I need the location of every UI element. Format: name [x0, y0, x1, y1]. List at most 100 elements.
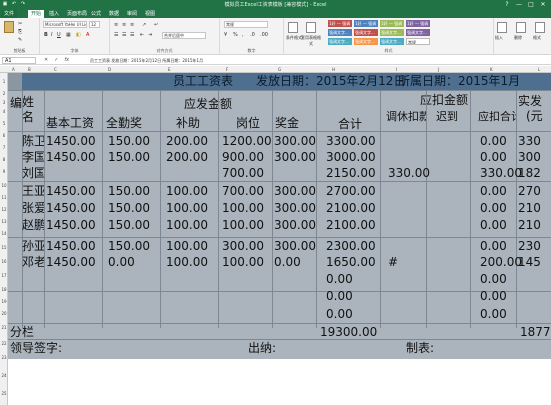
column-header-i[interactable]: I	[396, 66, 397, 73]
column-header-d[interactable]: D	[108, 66, 111, 73]
table-format-icon[interactable]	[306, 22, 316, 33]
tab-home[interactable]: 开始	[28, 10, 45, 18]
delete-cells-icon[interactable]	[516, 22, 526, 33]
column-header-g[interactable]: G	[278, 66, 281, 73]
row-header-18[interactable]: 18	[0, 287, 8, 292]
tab-data[interactable]: 数据	[106, 10, 122, 18]
row-header-7[interactable]: 7	[0, 145, 8, 150]
align-top-icon[interactable]: ≡	[114, 22, 118, 28]
tab-file[interactable]: 文件	[1, 10, 18, 18]
cell-style-swatch[interactable]: 强调文字...	[328, 38, 352, 45]
bold-icon[interactable]: B	[44, 32, 48, 38]
row-header-20[interactable]: 20	[0, 311, 8, 316]
close-button[interactable]: ✕	[537, 0, 549, 9]
font-size-select[interactable]: 12	[89, 21, 100, 28]
cell-style-swatch[interactable]: 强调文字...	[328, 29, 352, 36]
column-header-l[interactable]: L	[538, 66, 540, 73]
borders-icon[interactable]: ▦	[66, 32, 71, 38]
paste-icon[interactable]	[4, 21, 14, 33]
minimize-button[interactable]: —	[513, 0, 525, 9]
align-left-icon[interactable]: ☰	[114, 32, 118, 38]
decrease-decimal-icon[interactable]: .00	[260, 32, 268, 38]
maximize-button[interactable]: □	[525, 0, 537, 9]
cell-style-swatch[interactable]: 强调文字...	[380, 38, 404, 45]
row-header-24[interactable]: 24	[0, 373, 8, 378]
font-color-icon[interactable]: A	[86, 32, 89, 38]
number-format-select[interactable]: 常规	[224, 21, 268, 28]
row-header-5[interactable]: 5	[0, 121, 8, 126]
column-header-h[interactable]: H	[332, 66, 335, 73]
cell-style-swatch[interactable]: 强调文字...	[354, 38, 378, 45]
font-name-select[interactable]: Microsoft YaHei UI Light	[43, 21, 87, 28]
cut-icon[interactable]: ✂	[18, 21, 22, 27]
help-button[interactable]: ?	[501, 0, 513, 9]
tab-page-layout[interactable]: 页面布局	[64, 10, 90, 18]
increase-decimal-icon[interactable]: .0	[250, 32, 255, 38]
tab-view[interactable]: 视图	[142, 10, 158, 18]
orientation-icon[interactable]: ↗	[142, 22, 146, 28]
cell-style-swatch[interactable]: 强调文字...	[380, 29, 404, 36]
row-header-16[interactable]: 16	[0, 259, 8, 264]
row-header-11[interactable]: 11	[0, 195, 8, 200]
outdent-icon[interactable]: ⇥	[148, 32, 152, 38]
row-header-13[interactable]: 13	[0, 219, 8, 224]
row-header-19[interactable]: 19	[0, 299, 8, 304]
row-header-6[interactable]: 6	[0, 133, 8, 138]
align-center-icon[interactable]: ☰	[122, 32, 126, 38]
cell-style-swatch[interactable]: 1好 — 强调	[328, 20, 352, 27]
conditional-format-icon[interactable]	[288, 22, 298, 33]
name-box[interactable]: A1	[2, 57, 36, 64]
row-header-25[interactable]: 25	[0, 391, 8, 396]
comma-icon[interactable]: ,	[242, 32, 244, 38]
column-header-c[interactable]: C	[54, 66, 57, 73]
empty-cells-area[interactable]	[8, 359, 551, 405]
worksheet-grid[interactable]: 员工工资表 发放日期：2015年2月12日 所属日期：2015年1月 编 姓 名…	[8, 73, 551, 359]
cell-style-swatch[interactable]: 常规	[406, 38, 430, 45]
tab-formulas[interactable]: 公式	[88, 10, 104, 18]
cell-style-swatch[interactable]: 1好 — 强调	[354, 20, 378, 27]
italic-icon[interactable]: I	[51, 32, 52, 38]
cell-style-swatch[interactable]: 强调文字...	[406, 29, 430, 36]
row-header-9[interactable]: 9	[0, 169, 8, 174]
row-header-10[interactable]: 10	[0, 183, 8, 188]
column-header-a[interactable]: A	[12, 66, 15, 73]
merge-center-button[interactable]: 合并后居中	[162, 32, 206, 39]
row-header-22[interactable]: 22	[0, 341, 8, 346]
fx-icon[interactable]: fx	[64, 57, 69, 63]
column-header-e[interactable]: E	[168, 66, 171, 73]
row-header-4[interactable]: 4	[0, 109, 8, 114]
format-painter-icon[interactable]: ✎	[18, 37, 22, 43]
cancel-icon[interactable]: ✕	[44, 57, 48, 63]
row-header-12[interactable]: 12	[0, 207, 8, 212]
row-header-17[interactable]: 17	[0, 273, 8, 278]
row-header-1[interactable]: 1	[0, 79, 8, 84]
copy-icon[interactable]: ⎘	[18, 29, 22, 35]
row-header-15[interactable]: 15	[0, 245, 8, 250]
tab-insert[interactable]: 插入	[46, 10, 62, 18]
format-cells-icon[interactable]	[535, 22, 545, 33]
row-header-23[interactable]: 23	[0, 355, 8, 360]
cell-style-swatch[interactable]: 1好 — 强调	[406, 20, 430, 27]
indent-icon[interactable]: ⇤	[140, 32, 144, 38]
cell-style-swatch[interactable]: 强调文字...	[354, 29, 378, 36]
cell-style-swatch[interactable]: 1好 — 强调	[380, 20, 404, 27]
row-header-21[interactable]: 21	[0, 325, 8, 330]
insert-cells-icon[interactable]	[497, 22, 507, 33]
wrap-text-icon[interactable]: ↵	[154, 22, 158, 28]
fill-color-icon[interactable]: ◧	[76, 32, 81, 38]
column-header-k[interactable]: K	[490, 66, 493, 73]
align-bottom-icon[interactable]: ≡	[130, 22, 134, 28]
row-header-2[interactable]: 2	[0, 91, 8, 96]
align-middle-icon[interactable]: ≡	[122, 22, 126, 28]
percent-icon[interactable]: %	[233, 32, 238, 38]
align-right-icon[interactable]: ☰	[130, 32, 134, 38]
enter-icon[interactable]: ✓	[54, 57, 58, 63]
currency-icon[interactable]: ¥	[224, 32, 227, 38]
column-header-j[interactable]: J	[438, 66, 439, 73]
row-header-14[interactable]: 14	[0, 231, 8, 236]
row-header-8[interactable]: 8	[0, 157, 8, 162]
column-header-f[interactable]: F	[226, 66, 228, 73]
tab-review[interactable]: 审阅	[124, 10, 140, 18]
underline-icon[interactable]: U	[57, 32, 61, 38]
formula-input[interactable]: 员工工资表 发放日期：2015年2月12日 所属日期：2015年1月	[90, 57, 545, 64]
